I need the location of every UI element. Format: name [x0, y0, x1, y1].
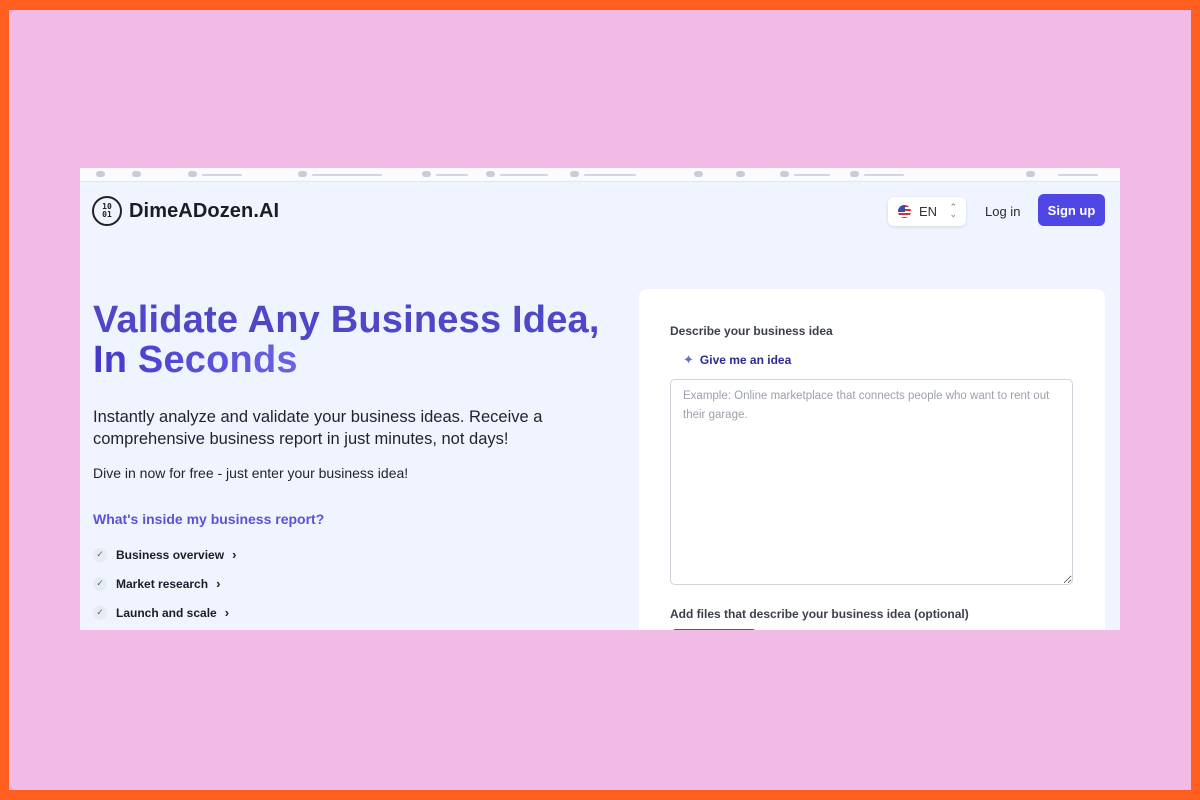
report-item-label: Business overview [116, 547, 225, 562]
give-me-an-idea-label: Give me an idea [699, 353, 792, 367]
coin-logo-icon: 10 01 [92, 196, 122, 226]
browser-viewport: 10 01 DimeADozen.AI EN ⌃ ⌄ Log in Sign up… [80, 168, 1120, 630]
report-item-launch-and-scale[interactable]: ✓ Launch and scale › [93, 598, 236, 627]
language-selector[interactable]: EN ⌃ ⌄ [888, 197, 966, 226]
chevron-right-icon: › [216, 576, 221, 591]
report-item-business-overview[interactable]: ✓ Business overview › [93, 540, 236, 569]
report-item-label: Market research [116, 576, 209, 591]
report-list: ✓ Business overview › ✓ Market research … [93, 540, 236, 627]
chevron-up-down-icon: ⌃ ⌄ [949, 202, 957, 219]
check-icon: ✓ [93, 576, 107, 591]
add-files-label: Add files that describe your business id… [670, 607, 969, 621]
language-code: EN [919, 204, 938, 219]
hero-subtitle: Instantly analyze and validate your busi… [93, 408, 543, 448]
check-icon: ✓ [93, 547, 107, 562]
idea-form-card: Describe your business idea ✦ Give me an… [639, 289, 1105, 630]
login-link[interactable]: Log in [985, 204, 1020, 219]
magic-wand-icon: ✦ [683, 352, 694, 367]
signup-button[interactable]: Sign up [1038, 194, 1105, 226]
chevron-right-icon: › [224, 605, 230, 620]
give-me-an-idea-button[interactable]: ✦ Give me an idea [683, 352, 791, 368]
brand-name: DimeADozen.AI [129, 199, 280, 222]
hero-title-light: Validate Any Business Idea, [93, 299, 600, 341]
describe-idea-label: Describe your business idea [670, 324, 833, 338]
us-flag-icon [898, 205, 911, 218]
report-item-label: Launch and scale [116, 605, 217, 620]
business-idea-input[interactable] [670, 379, 1073, 585]
logo-glyph-bottom: 01 [102, 210, 112, 219]
report-item-market-research[interactable]: ✓ Market research › [93, 569, 236, 598]
hero-title-bold: In Seconds [93, 339, 298, 381]
report-heading: What's inside my business report? [93, 511, 325, 527]
bookmarks-bar [80, 168, 1120, 182]
chevron-right-icon: › [232, 547, 237, 562]
upload-files-button[interactable] [670, 629, 758, 630]
hero-cta-text: Dive in now for free - just enter your b… [93, 465, 409, 481]
brand-logo[interactable]: 10 01 DimeADozen.AI [92, 196, 279, 226]
check-icon: ✓ [93, 605, 107, 620]
hero-title: Validate Any Business Idea, In Seconds [93, 300, 613, 380]
